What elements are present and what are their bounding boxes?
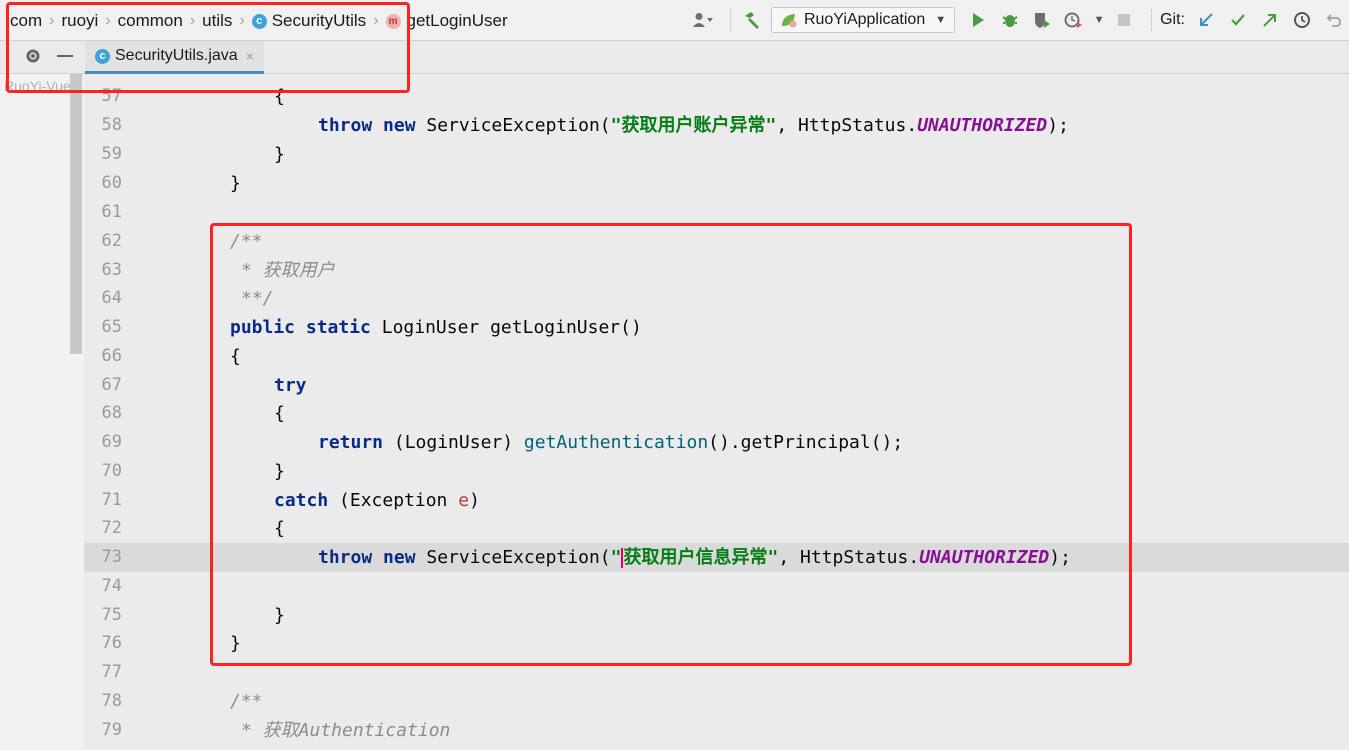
annotation-box-method: [210, 223, 1132, 666]
line-number: 68: [101, 403, 122, 423]
run-configuration-label: RuoYiApplication: [803, 11, 926, 28]
breadcrumb-label: getLoginUser: [406, 11, 508, 30]
stop-icon[interactable]: [1111, 7, 1137, 33]
run-icon[interactable]: [965, 7, 991, 33]
code-line: 60}: [84, 169, 1349, 198]
code-text: throw new ServiceException("获取用户账户异常", H…: [318, 115, 1069, 136]
line-number: 75: [101, 605, 122, 625]
build-hammer-icon[interactable]: [739, 7, 765, 33]
line-number: 79: [101, 720, 122, 740]
line-number: 58: [101, 115, 122, 135]
line-number: 65: [101, 317, 122, 337]
spring-boot-icon: [781, 14, 797, 28]
toolbar-divider: [1151, 9, 1153, 31]
line-number: 63: [101, 260, 122, 280]
annotation-box-breadcrumb: [6, 2, 410, 93]
code-text: /**: [230, 691, 263, 712]
line-number: 74: [101, 576, 122, 596]
chevron-down-icon: ▼: [935, 14, 947, 26]
code-line: 78 /**: [84, 687, 1349, 716]
code-line: 59}: [84, 140, 1349, 169]
run-configuration-select[interactable]: RuoYiApplication ▼: [770, 7, 956, 33]
line-number: 62: [101, 231, 122, 251]
toolbar-divider: [729, 9, 731, 31]
line-number: 67: [101, 375, 122, 395]
line-number: 77: [101, 662, 122, 682]
line-number: 60: [101, 173, 122, 193]
git-update-arrow-icon[interactable]: [1193, 7, 1219, 33]
git-label: Git:: [1160, 11, 1185, 28]
git-commit-check-icon[interactable]: [1225, 7, 1251, 33]
line-number: 78: [101, 691, 122, 711]
line-number: 71: [101, 490, 122, 510]
code-line: 79 * 获取Authentication: [84, 716, 1349, 745]
line-number: 72: [101, 518, 122, 538]
git-push-arrow-icon[interactable]: [1257, 7, 1283, 33]
debug-bug-icon[interactable]: [997, 7, 1023, 33]
code-text: }: [230, 173, 241, 194]
code-line: 58 throw new ServiceException("获取用户账户异常",…: [84, 111, 1349, 140]
rollback-undo-icon[interactable]: [1321, 7, 1347, 33]
line-number: 66: [101, 346, 122, 366]
code-text: }: [274, 144, 285, 165]
line-number: 76: [101, 633, 122, 653]
line-number: 64: [101, 288, 122, 308]
chevron-down-icon[interactable]: ▼: [1093, 7, 1105, 33]
coverage-shield-icon[interactable]: [1029, 7, 1055, 33]
main-toolbar: RuoYiApplication ▼ ▼ Git:: [690, 5, 1349, 35]
history-clock-icon[interactable]: [1289, 7, 1315, 33]
line-number: 69: [101, 432, 122, 452]
profiler-clock-icon[interactable]: [1061, 7, 1087, 33]
code-text: * 获取Authentication: [241, 720, 451, 741]
line-number: 61: [101, 202, 122, 222]
line-number: 73: [101, 547, 122, 567]
user-icon[interactable]: [690, 7, 716, 33]
project-scrollbar[interactable]: [70, 74, 82, 354]
line-number: 59: [101, 144, 122, 164]
line-number: 70: [101, 461, 122, 481]
